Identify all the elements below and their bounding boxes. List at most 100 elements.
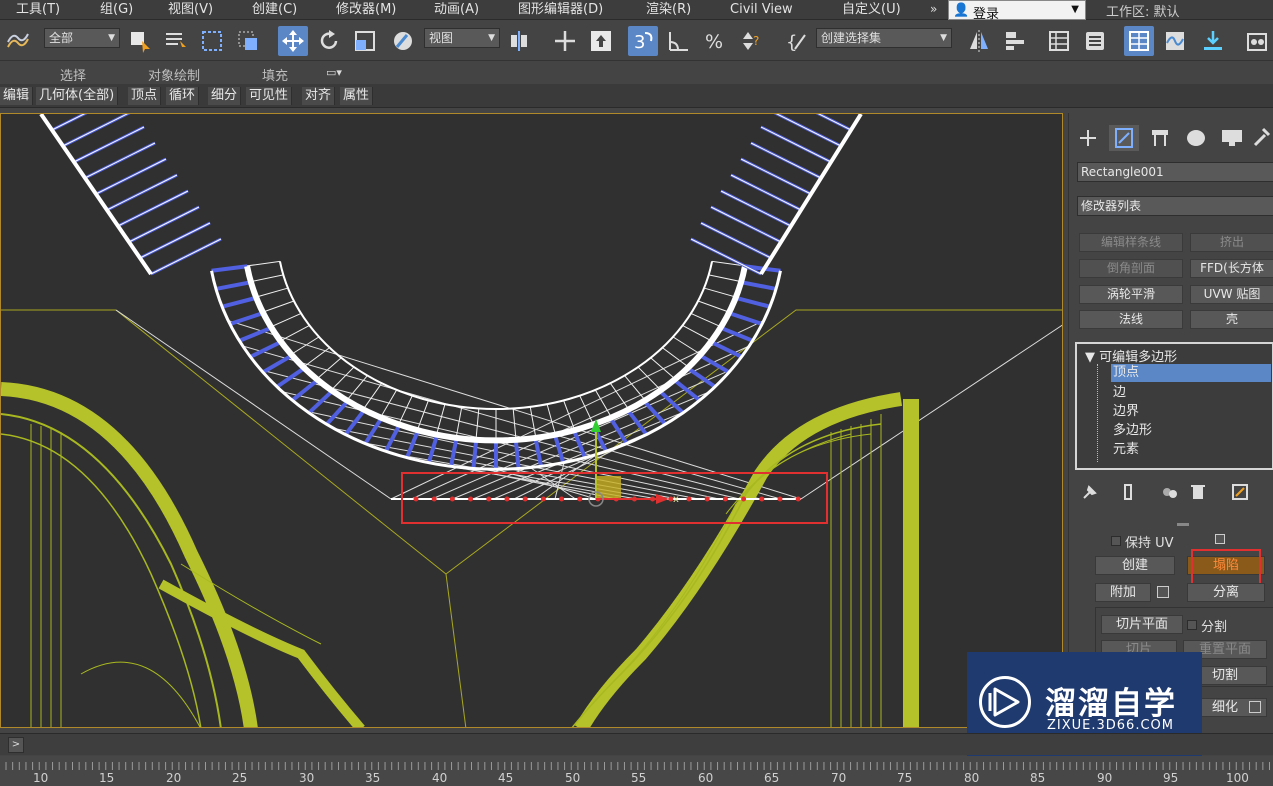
detach-button[interactable]: 分离 bbox=[1187, 583, 1265, 602]
modifier-normal-button[interactable]: 法线 bbox=[1079, 310, 1183, 329]
modifier-bevel-profile-button[interactable]: 倒角剖面 bbox=[1079, 259, 1183, 278]
hierarchy-tab-icon[interactable] bbox=[1145, 125, 1175, 151]
edit-named-selection-icon[interactable]: { bbox=[782, 26, 812, 56]
create-tab-icon[interactable] bbox=[1073, 125, 1103, 151]
tab-align[interactable]: 对齐 bbox=[302, 87, 336, 105]
layer-explorer-icon[interactable] bbox=[1080, 26, 1110, 56]
tab-visibility[interactable]: 可见性 bbox=[246, 87, 293, 105]
menu-create[interactable]: 创建(C) bbox=[252, 1, 297, 19]
modifier-turbosmooth-button[interactable]: 涡轮平滑 bbox=[1079, 285, 1183, 304]
named-selection-sets-dropdown[interactable]: 创建选择集 ▼ bbox=[816, 28, 952, 48]
ribbon-options-icon[interactable]: ▭▾ bbox=[326, 66, 342, 79]
viewport-canvas[interactable]: x bbox=[1, 114, 1063, 728]
chevron-right-icon[interactable]: > bbox=[8, 737, 24, 753]
material-editor-icon[interactable] bbox=[1242, 26, 1272, 56]
schematic-view-icon[interactable] bbox=[1198, 26, 1228, 56]
ruler-label: 20 bbox=[166, 771, 182, 785]
modify-tab-icon[interactable] bbox=[1109, 125, 1139, 151]
tab-loops[interactable]: 循环 bbox=[166, 87, 200, 105]
modifier-list-dropdown[interactable]: 修改器列表 bbox=[1077, 196, 1273, 216]
selection-filter-dropdown[interactable]: 全部 ▼ bbox=[44, 28, 120, 48]
menu-rendering[interactable]: 渲染(R) bbox=[646, 1, 691, 19]
object-name-field[interactable]: Rectangle001 bbox=[1077, 162, 1273, 182]
menu-modifiers[interactable]: 修改器(M) bbox=[336, 1, 396, 19]
create-button[interactable]: 创建 bbox=[1095, 556, 1175, 575]
tab-geometry-all[interactable]: 几何体(全部) bbox=[36, 87, 119, 105]
preserve-uv-checkbox[interactable] bbox=[1111, 536, 1121, 546]
curve-editor-icon[interactable] bbox=[1160, 26, 1190, 56]
ribbon-toggle-icon[interactable] bbox=[1124, 26, 1154, 56]
stack-item-edge[interactable]: 边 bbox=[1113, 384, 1126, 402]
menu-tools[interactable]: 工具(T) bbox=[16, 1, 60, 19]
edge-highlight bbox=[735, 295, 771, 309]
select-object-icon[interactable] bbox=[125, 26, 155, 56]
select-by-name-icon[interactable] bbox=[161, 26, 191, 56]
preserve-uv-settings-button[interactable] bbox=[1215, 534, 1225, 544]
mesh-arc bbox=[278, 261, 714, 410]
time-slider-bar[interactable]: > bbox=[0, 733, 1273, 755]
link-icon[interactable] bbox=[2, 26, 32, 56]
menu-animation[interactable]: 动画(A) bbox=[434, 1, 479, 19]
menu-graph-editors[interactable]: 图形编辑器(D) bbox=[518, 1, 603, 19]
angle-snap-icon[interactable] bbox=[664, 26, 694, 56]
attach-settings-button[interactable] bbox=[1157, 586, 1169, 598]
display-tab-icon[interactable] bbox=[1217, 125, 1247, 151]
viewport-perspective[interactable]: x bbox=[0, 113, 1063, 728]
motion-tab-icon[interactable] bbox=[1181, 125, 1211, 151]
stack-editable-poly[interactable]: ▼ 可编辑多边形 bbox=[1085, 346, 1177, 365]
mesh-segment bbox=[106, 174, 178, 211]
align-icon[interactable] bbox=[1000, 26, 1030, 56]
utilities-tab-icon[interactable] bbox=[1249, 125, 1273, 151]
modifier-ffd-box-button[interactable]: FFD(长方体 bbox=[1190, 259, 1273, 278]
pivot-center-icon[interactable] bbox=[504, 26, 534, 56]
remove-modifier-icon[interactable] bbox=[1189, 483, 1207, 501]
scene-explorer-icon[interactable] bbox=[1044, 26, 1074, 56]
slice-plane-button[interactable]: 切片平面 bbox=[1101, 615, 1183, 634]
pin-stack-icon[interactable] bbox=[1081, 483, 1099, 501]
tab-subdivision[interactable]: 细分 bbox=[208, 87, 242, 105]
tab-vertices[interactable]: 顶点 bbox=[128, 87, 162, 105]
rollout-divider bbox=[1177, 523, 1189, 526]
configure-modifier-sets-icon[interactable] bbox=[1231, 483, 1249, 501]
collapse-triangle-icon[interactable]: ▼ bbox=[1085, 350, 1099, 365]
track-bar-ruler[interactable]: 10 15 20 25 30 35 40 45 50 55 60 65 70 7… bbox=[0, 756, 1273, 786]
window-crossing-icon[interactable] bbox=[233, 26, 263, 56]
tab-edit[interactable]: 编辑 bbox=[0, 87, 34, 105]
attach-button[interactable]: 附加 bbox=[1095, 583, 1151, 602]
scale-tool-icon[interactable] bbox=[350, 26, 380, 56]
workspace-selector[interactable]: 工作区: 默认 bbox=[1106, 1, 1180, 20]
menu-customize[interactable]: 自定义(U) bbox=[842, 1, 901, 19]
modifier-extrude-button[interactable]: 挤出 bbox=[1190, 233, 1273, 252]
split-checkbox[interactable] bbox=[1187, 620, 1197, 630]
mirror-icon[interactable] bbox=[964, 26, 994, 56]
keyboard-shortcut-icon[interactable] bbox=[586, 26, 616, 56]
rectangular-selection-icon[interactable] bbox=[197, 26, 227, 56]
stack-item-polygon[interactable]: 多边形 bbox=[1113, 422, 1152, 440]
modifier-edit-spline-button[interactable]: 编辑样条线 bbox=[1079, 233, 1183, 252]
ribbon-label-object-paint: 对象绘制 bbox=[148, 69, 201, 84]
percent-snap-icon[interactable]: % bbox=[700, 26, 730, 56]
snaps-toggle-icon[interactable]: 3 bbox=[628, 26, 658, 56]
modifier-shell-button[interactable]: 壳 bbox=[1190, 310, 1273, 329]
ruler-label: 60 bbox=[698, 771, 714, 785]
make-unique-icon[interactable] bbox=[1161, 483, 1179, 501]
menu-civil-view[interactable]: Civil View bbox=[730, 1, 793, 19]
select-manipulate-icon[interactable] bbox=[550, 26, 580, 56]
menu-overflow-icon[interactable]: » bbox=[930, 2, 937, 16]
tessellate-settings-button[interactable] bbox=[1249, 701, 1261, 713]
modifier-uvw-map-button[interactable]: UVW 贴图 bbox=[1190, 285, 1273, 304]
spinner-snap-icon[interactable]: ? bbox=[736, 26, 766, 56]
show-end-result-icon[interactable] bbox=[1119, 483, 1137, 501]
chevron-down-icon: ▼ bbox=[488, 33, 495, 43]
stack-item-border[interactable]: 边界 bbox=[1113, 403, 1139, 421]
place-tool-icon[interactable] bbox=[388, 26, 418, 56]
stack-item-element[interactable]: 元素 bbox=[1113, 441, 1139, 459]
login-dropdown[interactable]: 👤 登录 ▼ bbox=[948, 0, 1086, 22]
rotate-tool-icon[interactable] bbox=[314, 26, 344, 56]
stack-item-vertex[interactable]: 顶点 bbox=[1111, 364, 1271, 382]
reference-coordinate-dropdown[interactable]: 视图 ▼ bbox=[424, 28, 500, 48]
tab-properties[interactable]: 属性 bbox=[340, 87, 374, 105]
move-tool-icon[interactable] bbox=[278, 26, 308, 56]
menu-views[interactable]: 视图(V) bbox=[168, 1, 213, 19]
menu-group[interactable]: 组(G) bbox=[100, 1, 133, 19]
